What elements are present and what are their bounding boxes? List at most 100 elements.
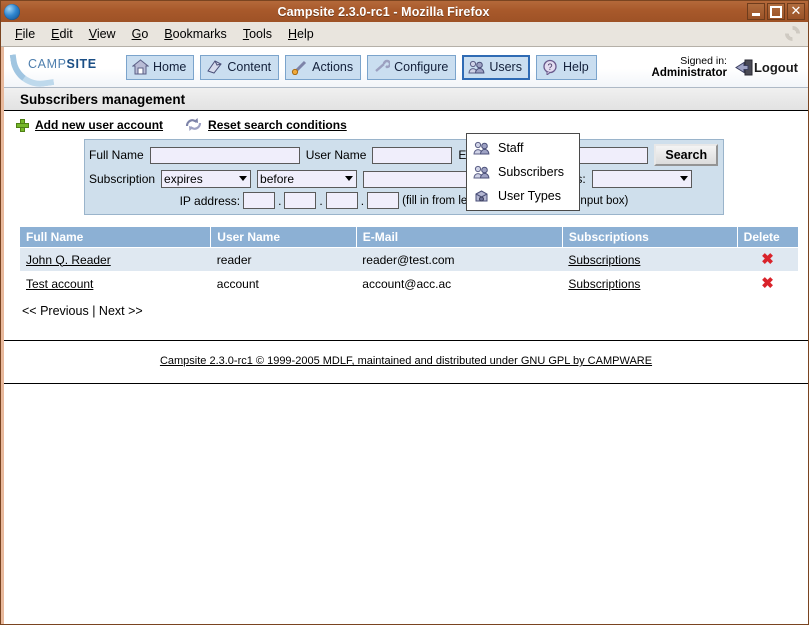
maximize-icon[interactable] <box>767 3 785 20</box>
cell-delete: ✖ <box>737 247 798 272</box>
minimize-icon[interactable] <box>747 3 765 20</box>
nav-buttons: Home Content Actions Configure Users ? H… <box>126 54 597 80</box>
svg-text:?: ? <box>547 62 552 72</box>
search-row-names: Full Name User Name E-Mail Search <box>89 144 719 166</box>
ip-octet-4-input[interactable] <box>367 192 400 209</box>
ip-octet-1-input[interactable] <box>243 192 276 209</box>
user-types-icon <box>473 188 490 204</box>
table-row: Test account account account@acc.ac Subs… <box>20 271 798 296</box>
actions-icon <box>291 59 308 75</box>
delete-icon[interactable]: ✖ <box>761 275 774 292</box>
nav-button-help[interactable]: ? Help <box>535 54 597 80</box>
menu-item-edit[interactable]: Edit <box>43 25 81 43</box>
user-link[interactable]: John Q. Reader <box>26 253 111 267</box>
users-icon <box>473 164 490 180</box>
column-header-full-name[interactable]: Full Name <box>20 227 212 248</box>
home-icon <box>132 59 149 75</box>
title-bar: Campsite 2.3.0-rc1 - Mozilla Firefox ✕ <box>1 1 808 22</box>
nav-button-help-label: Help <box>562 60 589 74</box>
nav-button-actions[interactable]: Actions <box>285 54 362 80</box>
page-footer: Campsite 2.3.0-rc1 © 1999-2005 MDLF, mai… <box>4 340 808 369</box>
column-header-email[interactable]: E-Mail <box>356 227 563 248</box>
logo-text-bold: SITE <box>66 57 97 71</box>
browser-window: Campsite 2.3.0-rc1 - Mozilla Firefox ✕ F… <box>0 0 809 625</box>
close-icon[interactable]: ✕ <box>787 3 805 20</box>
menu-item-bookmarks[interactable]: Bookmarks <box>156 25 235 43</box>
refresh-icon <box>185 117 202 133</box>
add-new-user-account-link[interactable]: Add new user account <box>35 118 163 132</box>
subscribers-table: Full Name User Name E-Mail Subscriptions… <box>20 227 798 296</box>
help-icon: ? <box>542 59 559 75</box>
table-header-row: Full Name User Name E-Mail Subscriptions… <box>20 227 798 248</box>
page-body: Subscribers management Add new user acco… <box>4 88 808 384</box>
dropdown-item-staff[interactable]: Staff <box>467 136 579 160</box>
column-header-delete: Delete <box>737 227 798 248</box>
campsite-logo: CAMPSITE <box>9 48 118 91</box>
subscription-date-input[interactable] <box>363 170 469 188</box>
ip-octet-2-input[interactable] <box>284 192 317 209</box>
app-toolbar: CAMPSITE Home Content Actions Configure … <box>4 47 808 91</box>
search-row-subscription: Subscription expires before (yyyy-mm-dd)… <box>89 170 719 188</box>
logout-label: Logout <box>753 59 798 75</box>
column-header-user-name[interactable]: User Name <box>210 227 357 248</box>
user-link[interactable]: Test account <box>26 277 93 291</box>
user-name-label: User Name <box>305 148 367 162</box>
globe-icon <box>4 3 20 20</box>
menu-item-help[interactable]: Help <box>280 25 322 43</box>
dropdown-item-subscribers[interactable]: Subscribers <box>467 160 579 184</box>
menu-bar: File Edit View Go Bookmarks Tools Help <box>1 22 808 47</box>
dropdown-item-subscribers-label: Subscribers <box>498 165 564 179</box>
nav-button-home-label: Home <box>153 60 187 74</box>
menu-item-go[interactable]: Go <box>124 25 157 43</box>
window-title: Campsite 2.3.0-rc1 - Mozilla Firefox <box>277 4 490 19</box>
cell-full-name: Test account <box>20 271 211 296</box>
ip-octet-3-input[interactable] <box>325 192 358 209</box>
column-header-subscriptions[interactable]: Subscriptions <box>562 227 738 248</box>
nav-button-users[interactable]: Users <box>462 54 530 80</box>
logout-button[interactable]: Logout <box>735 59 798 76</box>
ip-dot-1: . <box>278 193 282 208</box>
search-row-ip: IP address: . . . (fill in from left to … <box>89 192 719 209</box>
cell-subscriptions: Subscriptions <box>562 247 738 272</box>
subscription-field-select[interactable]: expires <box>161 170 252 188</box>
delete-icon[interactable]: ✖ <box>761 251 774 268</box>
nav-button-content-label: Content <box>227 60 272 74</box>
dropdown-item-user-types-label: User Types <box>498 189 561 203</box>
browser-content: CAMPSITE Home Content Actions Configure … <box>1 47 808 624</box>
reset-search-conditions-link[interactable]: Reset search conditions <box>208 118 347 132</box>
ip-address-label: IP address: <box>179 193 241 208</box>
dropdown-item-staff-label: Staff <box>498 141 524 155</box>
users-dropdown-menu: Staff Subscribers User Types <box>466 133 580 211</box>
previous-page-link[interactable]: << Previous <box>22 304 89 318</box>
status-select[interactable] <box>591 170 692 188</box>
footer-credit-link[interactable]: Campsite 2.3.0-rc1 © 1999-2005 MDLF, mai… <box>160 355 652 367</box>
dropdown-item-user-types[interactable]: User Types <box>467 184 579 208</box>
full-name-label: Full Name <box>89 148 144 162</box>
cell-user-name: reader <box>210 247 357 272</box>
full-name-input[interactable] <box>149 146 300 164</box>
nav-button-home[interactable]: Home <box>126 54 195 80</box>
subscriptions-link[interactable]: Subscriptions <box>568 253 640 267</box>
menu-item-view[interactable]: View <box>81 25 124 43</box>
search-button[interactable]: Search <box>654 144 719 166</box>
throbber-icon <box>785 26 800 41</box>
page-actions: Add new user account Reset search condit… <box>4 111 808 137</box>
subscription-comparator-select[interactable]: before <box>257 170 358 188</box>
menu-item-tools[interactable]: Tools <box>235 25 280 43</box>
ip-dot-2: . <box>319 193 323 208</box>
nav-button-configure[interactable]: Configure <box>367 54 457 80</box>
user-name-input[interactable] <box>372 146 453 164</box>
content-icon <box>206 59 223 75</box>
menu-item-file[interactable]: File <box>7 25 43 43</box>
signed-in-area: Signed in: Administrator Logout <box>652 55 800 79</box>
subscriptions-link[interactable]: Subscriptions <box>568 277 640 291</box>
nav-button-configure-label: Configure <box>394 60 449 74</box>
page-title: Subscribers management <box>20 91 186 107</box>
nav-button-content[interactable]: Content <box>200 54 280 80</box>
wrench-icon <box>373 59 391 75</box>
search-form: Full Name User Name E-Mail Search Subscr… <box>84 139 724 215</box>
next-page-link[interactable]: Next >> <box>99 304 143 318</box>
menu-file-rest: ile <box>22 27 36 41</box>
ip-dot-3: . <box>360 193 365 208</box>
table-row: John Q. Reader reader reader@test.com Su… <box>20 247 798 272</box>
